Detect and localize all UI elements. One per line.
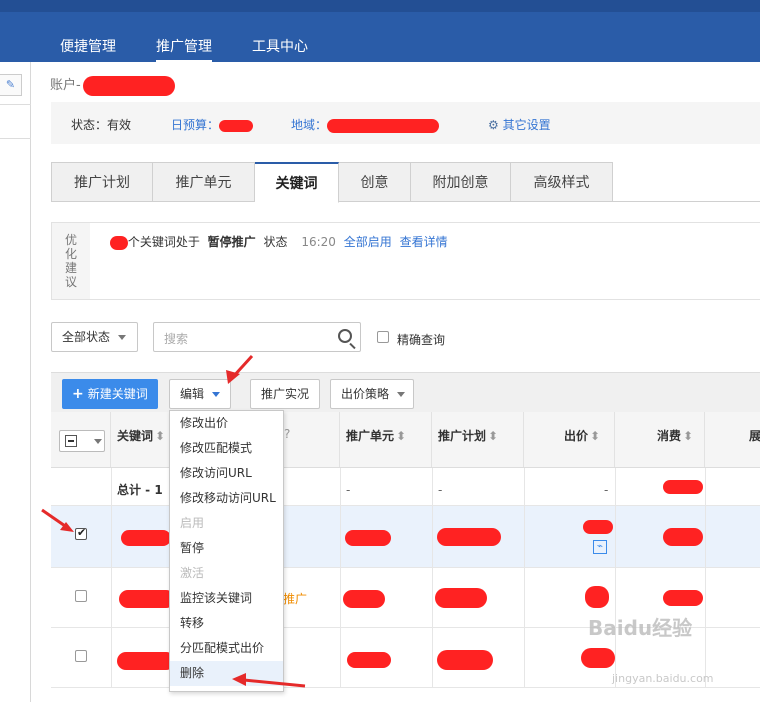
exact-search-label: 精确查询 (397, 333, 446, 347)
new-keyword-button[interactable]: + 新建关键词 (62, 379, 158, 409)
redacted-keyword (117, 652, 175, 670)
tab-campaign[interactable]: 推广计划 (51, 162, 153, 202)
chevron-down-icon (397, 392, 406, 397)
divider (0, 138, 31, 139)
search-input[interactable]: 搜索 (153, 322, 361, 352)
trend-chart-icon[interactable]: ⌁ (593, 540, 607, 554)
select-all-dropdown[interactable] (59, 430, 105, 452)
account-label: 账户- (50, 78, 81, 93)
report-button[interactable]: 推广实况 (250, 379, 320, 409)
top-strip (0, 0, 760, 12)
menu-item-edit-mobile-url[interactable]: 修改移动访问URL (170, 486, 283, 511)
account-title: 账户- (50, 74, 175, 96)
table-row[interactable]: ✔ ⌁ (51, 506, 760, 568)
redacted-count (110, 235, 128, 250)
promotion-status-text: 推广 (283, 592, 308, 606)
redacted-bid (581, 648, 615, 668)
top-navigation-bar: 便捷管理 推广管理 工具中心 (0, 0, 760, 62)
level-tabs: 推广计划 推广单元 关键词 创意 附加创意 高级样式 (51, 162, 760, 203)
row-checkbox[interactable] (75, 590, 87, 602)
redacted-cost (663, 528, 703, 546)
header-bid[interactable]: 出价 ⬍ (524, 412, 615, 467)
total-label: 总计 - 1 (117, 483, 163, 497)
view-details-link[interactable]: 查看详情 (400, 235, 448, 249)
table-header: 关键词 ⬍ ? 推广单元 ⬍ 推广计划 ⬍ 出价 ⬍ 消费 ⬍ 展 (51, 412, 760, 468)
menu-item-monitor-keyword[interactable]: 监控该关键词 (170, 586, 283, 611)
left-side-panel: ✎ (0, 62, 31, 702)
menu-item-pause[interactable]: 暂停 (170, 536, 283, 561)
row-checkbox-checked[interactable]: ✔ (75, 526, 87, 540)
header-adgroup[interactable]: 推广单元 ⬍ (340, 412, 432, 467)
menu-item-transfer[interactable]: 转移 (170, 611, 283, 636)
account-info-bar: 状态：有效 日预算： 地域： ⚙ 其它设置 (51, 102, 760, 144)
redacted-campaign (437, 528, 501, 546)
redacted-bid (583, 520, 613, 534)
nav-tool-center[interactable]: 工具中心 (252, 36, 308, 60)
status-filter-select[interactable]: 全部状态 (51, 322, 138, 352)
status-text: 状态：有效 (71, 118, 132, 132)
tab-creative[interactable]: 创意 (339, 162, 411, 202)
menu-item-activate: 激活 (180, 566, 205, 580)
redacted-bid (585, 586, 609, 608)
menu-item-edit-bid[interactable]: 修改出价 (170, 411, 283, 436)
gear-icon: ⚙ (488, 118, 499, 132)
edit-dropdown-button[interactable]: 编辑 (169, 379, 231, 409)
menu-item-delete[interactable]: 删除 (170, 661, 283, 686)
plus-icon: + (72, 386, 84, 402)
menu-item-match-type-bid[interactable]: 分匹配模式出价 (170, 636, 283, 661)
tab-advanced-style[interactable]: 高级样式 (511, 162, 613, 202)
optimization-suggestion: 优 化 建 议 个关键词处于 暂停推广 状态 16:20 全部启用 查看详情 (51, 222, 760, 300)
menu-item-edit-match-type[interactable]: 修改匹配模式 (170, 436, 283, 461)
redacted-keyword (119, 590, 175, 608)
search-icon[interactable] (338, 329, 352, 343)
enable-all-link[interactable]: 全部启用 (344, 235, 392, 249)
menu-item-enable: 启用 (180, 516, 205, 530)
other-settings-link[interactable]: ⚙ 其它设置 (488, 116, 551, 133)
main-nav: 便捷管理 推广管理 工具中心 (60, 36, 348, 62)
chevron-down-icon (212, 392, 221, 397)
redacted-adgroup (347, 652, 391, 668)
select-all-checkbox[interactable] (65, 435, 77, 447)
exact-search-checkbox[interactable] (377, 331, 389, 343)
redacted-account-name (82, 75, 175, 96)
redacted-adgroup (345, 530, 391, 546)
total-row: 总计 - 1 - - - (51, 468, 760, 506)
region-link[interactable]: 地域： (291, 116, 440, 133)
nav-quick-manage[interactable]: 便捷管理 (60, 36, 116, 60)
redacted-cost (663, 590, 703, 606)
baidu-watermark: Baidu经验 (588, 616, 693, 640)
tab-extension-creative[interactable]: 附加创意 (411, 162, 511, 202)
header-campaign[interactable]: 推广计划 ⬍ (432, 412, 524, 467)
tab-adgroup[interactable]: 推广单元 (153, 162, 255, 202)
header-impressions[interactable]: 展 (705, 412, 760, 467)
redacted-campaign (437, 650, 493, 670)
suggestion-time: 16:20 (301, 235, 336, 249)
menu-item-edit-url[interactable]: 修改访问URL (170, 461, 283, 486)
suggestion-title: 优 化 建 议 (52, 223, 90, 299)
baidu-watermark-url: jingyan.baidu.com (612, 672, 714, 685)
suggestion-message: 个关键词处于 暂停推广 状态 16:20 全部启用 查看详情 (110, 233, 448, 250)
divider (0, 104, 31, 105)
redacted-cost (663, 480, 703, 494)
redacted-keyword (121, 530, 171, 546)
redacted-campaign (435, 588, 487, 608)
pin-icon[interactable]: ✎ (0, 74, 22, 96)
chevron-down-icon (118, 335, 127, 340)
redacted-adgroup (343, 590, 385, 608)
daily-budget-link[interactable]: 日预算： (171, 116, 254, 133)
tab-keyword[interactable]: 关键词 (255, 162, 339, 203)
bid-strategy-select[interactable]: 出价策略 (330, 379, 414, 409)
header-cost[interactable]: 消费 ⬍ (615, 412, 705, 467)
nav-promotion-manage[interactable]: 推广管理 (156, 36, 212, 62)
edit-dropdown-menu: 修改出价 修改匹配模式 修改访问URL 修改移动访问URL 启用 暂停 激活 监… (169, 410, 284, 692)
row-checkbox[interactable] (75, 650, 87, 662)
chevron-down-icon (94, 439, 102, 444)
help-icon[interactable]: ? (284, 427, 290, 441)
